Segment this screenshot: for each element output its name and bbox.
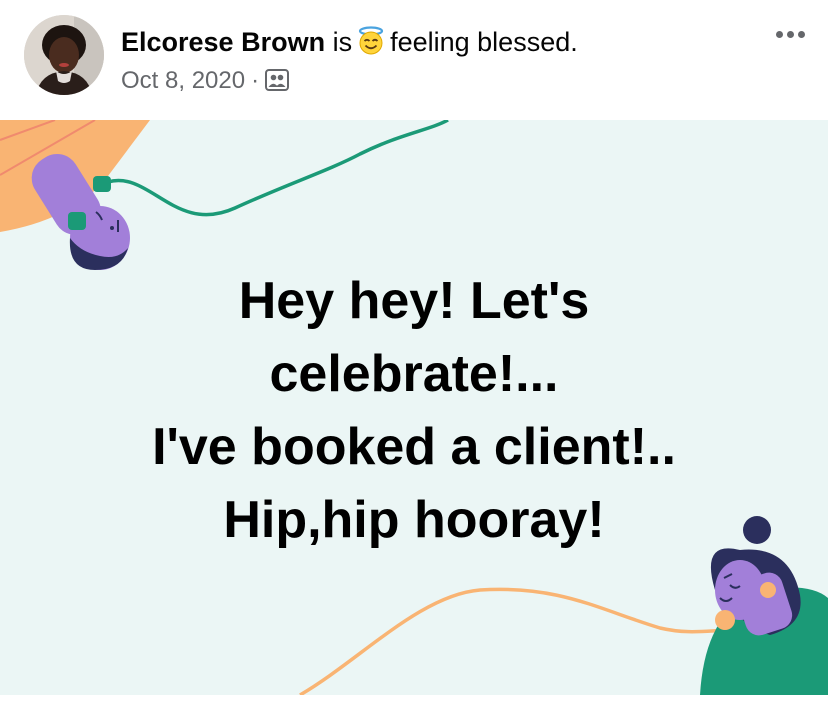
post-date[interactable]: Oct 8, 2020: [121, 67, 245, 94]
more-options-icon[interactable]: [770, 22, 810, 46]
celebration-message: Hey hey! Let's celebrate!... I've booked…: [0, 265, 828, 557]
more-dot: [797, 30, 805, 38]
friends-audience-icon[interactable]: [265, 69, 290, 91]
author-name[interactable]: Elcorese Brown: [121, 27, 325, 57]
message-line: I've booked a client!..: [152, 418, 676, 476]
more-dot: [775, 30, 783, 38]
meta-separator: ·: [251, 67, 260, 94]
message-line: Hip,hip hooray!: [223, 491, 605, 549]
message-line: Hey hey! Let's: [238, 272, 590, 330]
post-meta: Oct 8, 2020 ·: [121, 67, 290, 95]
post-header: Elcorese Brown is feeling blessed. Oct 8…: [0, 0, 828, 120]
more-dot: [786, 30, 794, 38]
smiling-face-with-halo-icon: [356, 26, 386, 56]
post-image[interactable]: Hey hey! Let's celebrate!... I've booked…: [0, 120, 828, 695]
post-bottom-gap: [0, 695, 828, 703]
author-avatar[interactable]: [24, 15, 104, 95]
status-prefix: is: [332, 27, 353, 57]
phone-cord-bottom: [299, 587, 737, 695]
post-title-line: Elcorese Brown is feeling blessed.: [121, 26, 578, 58]
feeling-text[interactable]: feeling blessed.: [390, 27, 578, 57]
message-line: celebrate!...: [269, 345, 559, 403]
phone-cord-top: [107, 120, 449, 217]
